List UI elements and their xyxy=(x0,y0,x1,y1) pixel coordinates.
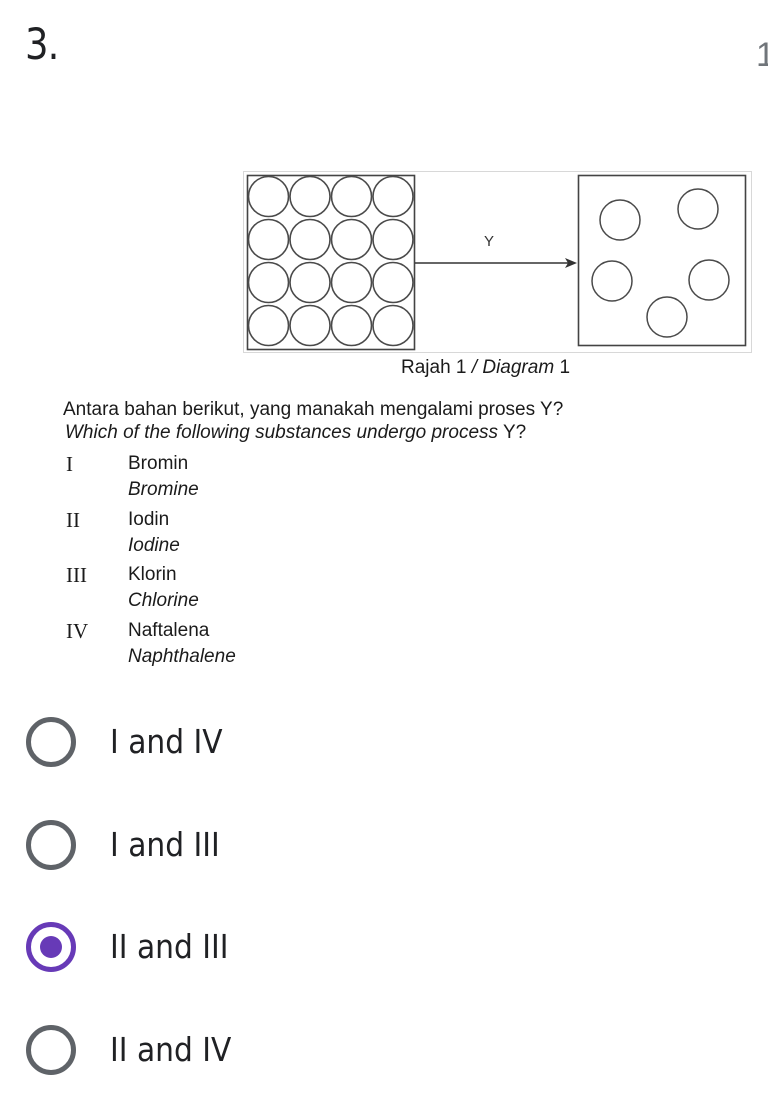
caption-english: Diagram xyxy=(482,357,555,378)
stem-malay: Antara bahan berikut, yang manakah menga… xyxy=(63,399,564,420)
item-english: Chlorine xyxy=(128,590,199,611)
question-stem: Antara bahan berikut, yang manakah menga… xyxy=(63,398,563,444)
item-numeral: II xyxy=(66,507,80,532)
item-malay: Naftalena xyxy=(128,619,210,641)
option-i-and-iv[interactable]: I and IV xyxy=(0,690,768,793)
option-label[interactable]: I and IV xyxy=(110,722,223,762)
stem-english-tail: Y? xyxy=(502,422,527,443)
item-numeral: III xyxy=(66,563,87,587)
question-points: 1 xyxy=(756,36,768,74)
radio-button[interactable] xyxy=(26,1025,76,1075)
diagram-svg: Y xyxy=(246,174,747,351)
question-number: 3. xyxy=(25,20,59,70)
item-english: Naphthalene xyxy=(128,645,236,667)
gas-state-box xyxy=(577,174,747,347)
option-label[interactable]: I and III xyxy=(110,825,220,865)
radio-button[interactable] xyxy=(26,717,76,767)
process-label: Y xyxy=(484,233,494,250)
caption-malay: Rajah 1 xyxy=(401,357,467,378)
caption-number: 1 xyxy=(559,357,571,378)
radio-button[interactable] xyxy=(26,820,76,870)
caption-separator: / xyxy=(471,357,478,378)
diagram-caption: Rajah 1 / Diagram 1 xyxy=(401,356,570,380)
stem-english: Which of the following substances underg… xyxy=(65,422,499,443)
option-label[interactable]: II and III xyxy=(110,927,229,967)
radio-selected-dot xyxy=(40,936,62,958)
item-numeral: I xyxy=(66,452,73,476)
item-malay: Klorin xyxy=(128,564,177,585)
stem-english-line: Which of the following substances underg… xyxy=(63,421,563,444)
item-english: Iodine xyxy=(128,534,180,556)
radio-button[interactable] xyxy=(26,922,76,972)
item-numeral: IV xyxy=(66,618,89,643)
item-malay: Iodin xyxy=(128,508,170,530)
diagram-1: Y xyxy=(243,171,752,353)
option-label[interactable]: II and IV xyxy=(110,1030,231,1070)
item-english: Bromine xyxy=(128,479,199,500)
option-i-and-iii[interactable]: I and III xyxy=(0,793,768,896)
option-ii-and-iv[interactable]: II and IV xyxy=(0,998,768,1101)
item-malay: Bromin xyxy=(128,453,189,474)
option-ii-and-iii[interactable]: II and III xyxy=(0,895,768,998)
